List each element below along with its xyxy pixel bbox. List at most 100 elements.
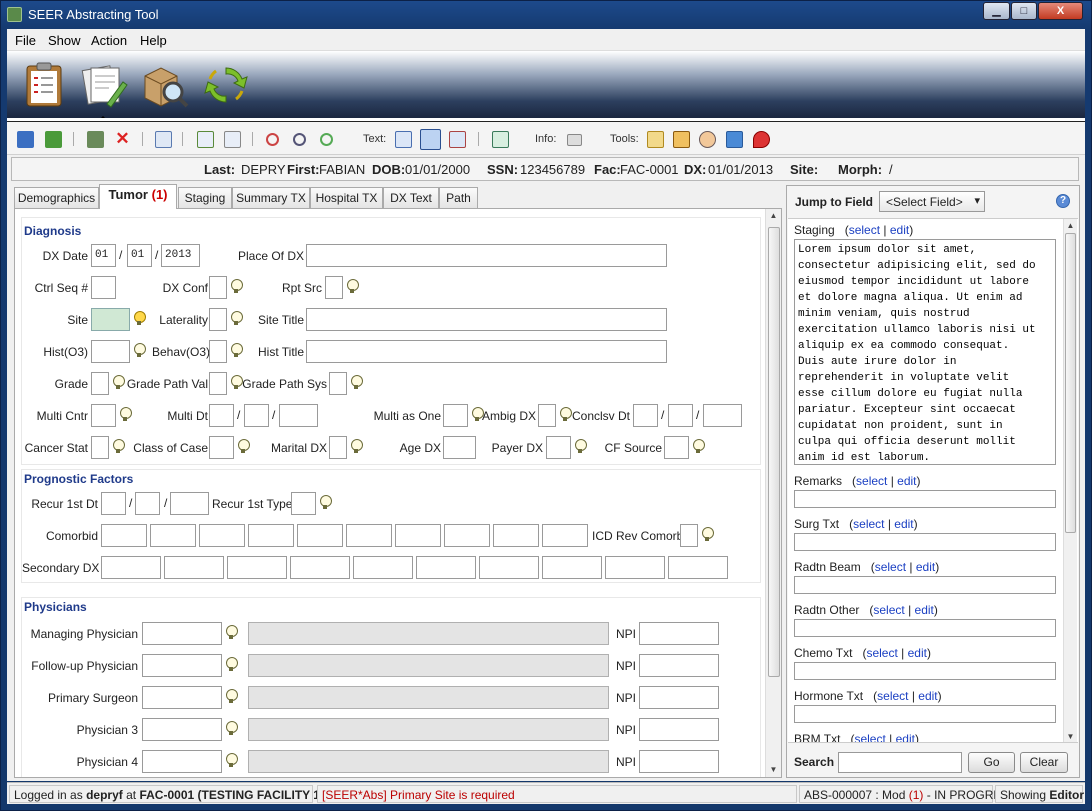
lightbulb-icon[interactable] — [226, 689, 238, 705]
lightbulb-icon[interactable] — [560, 407, 572, 423]
scroll-up-arrow-icon[interactable]: ▲ — [766, 211, 781, 220]
remarks-text-box[interactable] — [794, 490, 1056, 508]
scroll-down-arrow-icon[interactable]: ▼ — [766, 765, 781, 774]
recur-dt-year-input[interactable] — [170, 492, 209, 515]
radtn-beam-text-box[interactable] — [794, 576, 1056, 594]
menu-action[interactable]: Action — [91, 33, 127, 48]
folder-icon[interactable] — [647, 131, 664, 148]
conclsv-dt-month-input[interactable] — [633, 404, 658, 427]
brm-txt-edit-link[interactable]: edit — [896, 732, 915, 742]
save-icon[interactable] — [17, 131, 34, 148]
tab-hospital-tx[interactable]: Hospital TX — [310, 187, 383, 208]
class-of-case-input[interactable] — [209, 436, 234, 459]
maximize-button[interactable]: □ — [1011, 2, 1037, 20]
delete-icon[interactable]: ✕ — [114, 130, 131, 148]
remarks-select-link[interactable]: select — [856, 474, 887, 488]
recur-dt-month-input[interactable] — [101, 492, 126, 515]
hormone-txt-select-link[interactable]: select — [877, 689, 908, 703]
comorbid-input-5[interactable] — [297, 524, 343, 547]
hormone-txt-text-box[interactable] — [794, 705, 1056, 723]
search-box-icon[interactable] — [139, 60, 189, 110]
secondary-dx-input-10[interactable] — [668, 556, 728, 579]
secondary-dx-input-7[interactable] — [479, 556, 539, 579]
tab-dx-text[interactable]: DX Text — [383, 187, 439, 208]
lightbulb-icon[interactable] — [693, 439, 705, 455]
lightbulb-icon[interactable] — [472, 407, 484, 423]
search-input[interactable] — [838, 752, 962, 773]
physician-3-input[interactable] — [142, 718, 222, 741]
title-bar[interactable]: SEER Abstracting Tool ▁ □ X — [0, 0, 1092, 29]
staging-select-link[interactable]: select — [849, 223, 880, 237]
primary-surgeon-input[interactable] — [142, 686, 222, 709]
chemo-txt-text-box[interactable] — [794, 662, 1056, 680]
lightbulb-icon[interactable] — [347, 279, 359, 295]
comorbid-input-3[interactable] — [199, 524, 245, 547]
surg-txt-text-box[interactable] — [794, 533, 1056, 551]
menu-help[interactable]: Help — [140, 33, 167, 48]
minimize-button[interactable]: ▁ — [983, 2, 1010, 20]
primary-surgeon-npi-input[interactable] — [639, 686, 719, 709]
lightbulb-icon[interactable] — [134, 343, 146, 359]
recur-dt-day-input[interactable] — [135, 492, 160, 515]
lightbulb-icon[interactable] — [134, 311, 146, 327]
chemo-txt-edit-link[interactable]: edit — [908, 646, 927, 660]
jump-to-field-select[interactable]: <Select Field> — [879, 191, 985, 212]
site-input[interactable] — [91, 308, 130, 331]
comorbid-input-8[interactable] — [444, 524, 490, 547]
comorbid-input-9[interactable] — [493, 524, 539, 547]
lightbulb-icon[interactable] — [231, 279, 243, 295]
lightbulb-icon[interactable] — [226, 721, 238, 737]
help-icon[interactable]: ? — [1056, 194, 1070, 208]
radtn-other-edit-link[interactable]: edit — [915, 603, 934, 617]
error-message[interactable]: [SEER*Abs] Primary Site is required — [317, 785, 797, 803]
lightbulb-icon[interactable] — [231, 375, 243, 391]
edits-icon[interactable] — [224, 131, 241, 148]
hist-o3-input[interactable] — [91, 340, 130, 363]
physician-4-npi-input[interactable] — [639, 750, 719, 773]
lightbulb-icon[interactable] — [226, 625, 238, 641]
text-remove-icon[interactable] — [449, 131, 466, 148]
menu-show[interactable]: Show — [48, 33, 81, 48]
lightbulb-icon[interactable] — [351, 375, 363, 391]
alert-pin-icon[interactable] — [753, 131, 770, 148]
info-remove-icon[interactable] — [567, 134, 582, 146]
form-scrollbar[interactable]: ▲ ▼ — [765, 209, 781, 777]
close-window-button[interactable]: X — [1038, 2, 1083, 20]
lightbulb-icon[interactable] — [231, 311, 243, 327]
refresh-cycle-icon[interactable] — [201, 60, 251, 110]
form-scroll-thumb[interactable] — [768, 227, 780, 677]
tab-path[interactable]: Path — [439, 187, 478, 208]
zoom-out-icon[interactable] — [293, 133, 306, 146]
icd-rev-comorb-input[interactable] — [680, 524, 698, 547]
dx-conf-input[interactable] — [209, 276, 227, 299]
grade-path-val-input[interactable] — [209, 372, 227, 395]
text-layout-icon[interactable] — [420, 129, 441, 150]
secondary-dx-input-2[interactable] — [164, 556, 224, 579]
scroll-down-arrow-icon[interactable]: ▼ — [1064, 732, 1077, 741]
brm-txt-select-link[interactable]: select — [854, 732, 885, 742]
comorbid-input-2[interactable] — [150, 524, 196, 547]
lightbulb-icon[interactable] — [238, 439, 250, 455]
comorbid-input-1[interactable] — [101, 524, 147, 547]
lightbulb-icon[interactable] — [702, 527, 714, 543]
cancer-stat-input[interactable] — [91, 436, 109, 459]
age-dx-input[interactable] — [443, 436, 476, 459]
tab-tumor[interactable]: Tumor (1) — [99, 184, 177, 209]
lightbulb-icon[interactable] — [351, 439, 363, 455]
lightbulb-icon[interactable] — [575, 439, 587, 455]
comorbid-input-6[interactable] — [346, 524, 392, 547]
grade-path-sys-input[interactable] — [329, 372, 347, 395]
hist-title-input[interactable] — [306, 340, 667, 363]
user-icon[interactable] — [699, 131, 716, 148]
save-check-icon[interactable] — [45, 131, 62, 148]
comorbid-input-4[interactable] — [248, 524, 294, 547]
chemo-txt-select-link[interactable]: select — [866, 646, 897, 660]
secondary-dx-input-9[interactable] — [605, 556, 665, 579]
zoom-reset-icon[interactable] — [266, 133, 279, 146]
network-icon[interactable] — [726, 131, 743, 148]
secondary-dx-input-8[interactable] — [542, 556, 602, 579]
staging-text-area[interactable]: Lorem ipsum dolor sit amet, consectetur … — [794, 239, 1056, 465]
ambig-dx-input[interactable] — [538, 404, 556, 427]
home-icon[interactable] — [673, 131, 690, 148]
multi-dt-month-input[interactable] — [209, 404, 234, 427]
